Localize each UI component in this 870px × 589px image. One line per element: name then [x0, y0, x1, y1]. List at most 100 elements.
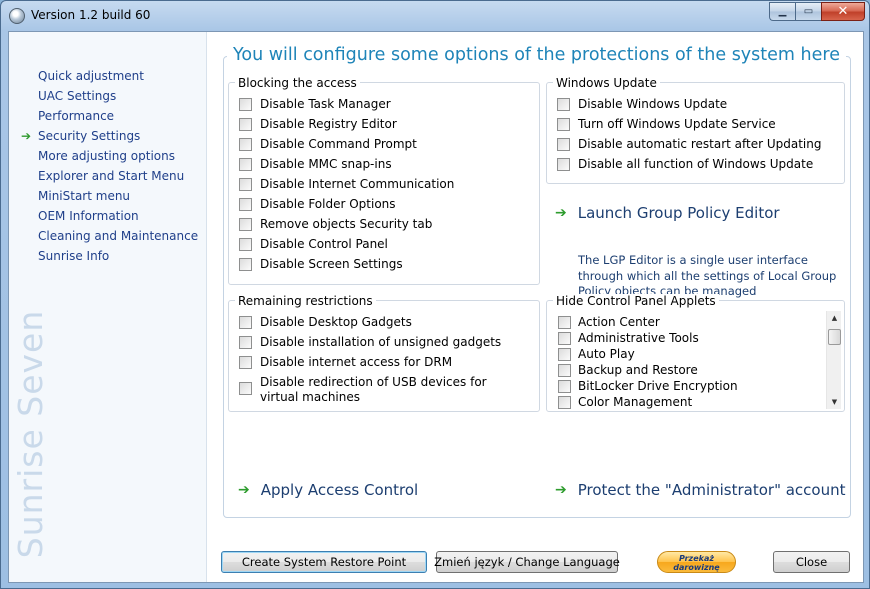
list-item-label: Action Center	[578, 315, 660, 329]
checkbox-box[interactable]	[557, 138, 570, 151]
close-window-button[interactable]: ✕	[821, 2, 865, 21]
applet-action-center[interactable]: Action Center	[558, 314, 660, 330]
applet-bitlocker[interactable]: BitLocker Drive Encryption	[558, 378, 738, 394]
checkbox-box[interactable]	[558, 331, 571, 345]
group-title: Blocking the access	[235, 76, 360, 90]
sidebar-item-explorer-start-menu[interactable]: Explorer and Start Menu	[9, 166, 207, 186]
maximize-button[interactable]: ▭	[795, 2, 821, 21]
disable-unsigned-gadgets-checkbox[interactable]: Disable installation of unsigned gadgets	[239, 334, 501, 354]
disable-mmc-snapins-checkbox[interactable]: Disable MMC snap-ins	[239, 156, 392, 176]
windows-update-group: Windows Update Disable Windows Update Tu…	[546, 76, 845, 184]
checkbox-box[interactable]	[239, 98, 252, 111]
turn-off-update-service-checkbox[interactable]: Turn off Windows Update Service	[557, 116, 776, 136]
change-language-button[interactable]: Zmień język / Change Language	[434, 551, 620, 573]
close-button[interactable]: Close	[773, 551, 850, 573]
scroll-down-icon[interactable]: ▼	[827, 395, 842, 409]
checkbox-label: Disable Windows Update	[578, 97, 728, 111]
checkbox-box[interactable]	[239, 258, 252, 271]
disable-desktop-gadgets-checkbox[interactable]: Disable Desktop Gadgets	[239, 314, 412, 334]
apply-access-control-link[interactable]: ➔ Apply Access Control	[238, 481, 418, 499]
disable-registry-editor-checkbox[interactable]: Disable Registry Editor	[239, 116, 397, 136]
checkbox-box[interactable]	[239, 178, 252, 191]
sidebar-item-performance[interactable]: Performance	[9, 106, 207, 126]
sidebar-item-quick-adjustment[interactable]: Quick adjustment	[9, 66, 207, 86]
sidebar-item-label: UAC Settings	[38, 89, 117, 103]
checkbox-box[interactable]	[239, 336, 252, 349]
checkbox-box[interactable]	[239, 118, 252, 131]
minimize-button[interactable]: ▁	[769, 2, 795, 21]
app-logo-icon	[9, 8, 25, 24]
checkbox-box[interactable]	[239, 238, 252, 251]
checkbox-box[interactable]	[239, 218, 252, 231]
group-title: Remaining restrictions	[235, 294, 376, 308]
disable-control-panel-checkbox[interactable]: Disable Control Panel	[239, 236, 388, 256]
sidebar-item-ministart-menu[interactable]: MiniStart menu	[9, 186, 207, 206]
sidebar-item-oem-information[interactable]: OEM Information	[9, 206, 207, 226]
disable-folder-options-checkbox[interactable]: Disable Folder Options	[239, 196, 396, 216]
disable-internet-communication-checkbox[interactable]: Disable Internet Communication	[239, 176, 454, 196]
group-title: Windows Update	[553, 76, 660, 90]
checkbox-label: Disable internet access for DRM	[260, 355, 453, 369]
checkbox-label: Disable MMC snap-ins	[260, 157, 392, 171]
applet-color-management[interactable]: Color Management	[558, 394, 692, 410]
minimize-icon: ▁	[778, 6, 787, 17]
active-arrow-icon: ➔	[21, 129, 32, 143]
checkbox-box[interactable]	[557, 98, 570, 111]
page-title: You will configure some options of the p…	[227, 45, 846, 65]
sidebar-item-more-adjusting[interactable]: More adjusting options	[9, 146, 207, 166]
applets-list[interactable]: Action Center Administrative Tools Auto …	[556, 314, 840, 410]
checkbox-box[interactable]	[239, 382, 252, 395]
checkbox-box[interactable]	[558, 315, 571, 329]
protect-administrator-label: Protect the "Administrator" account	[577, 481, 846, 499]
green-arrow-icon: ➔	[555, 482, 567, 498]
checkbox-box[interactable]	[239, 198, 252, 211]
button-label: Close	[795, 555, 828, 569]
sidebar-nav: Quick adjustment UAC Settings Performanc…	[9, 66, 207, 266]
checkbox-box[interactable]	[558, 395, 571, 409]
applet-administrative-tools[interactable]: Administrative Tools	[558, 330, 699, 346]
disable-auto-restart-checkbox[interactable]: Disable automatic restart after Updating	[557, 136, 821, 156]
checkbox-box[interactable]	[557, 118, 570, 131]
launch-gpedit-link[interactable]: ➔ Launch Group Policy Editor	[555, 204, 780, 222]
scroll-thumb[interactable]	[828, 329, 841, 345]
checkbox-box[interactable]	[558, 347, 571, 361]
remove-security-tab-checkbox[interactable]: Remove objects Security tab	[239, 216, 432, 236]
disable-windows-update-checkbox[interactable]: Disable Windows Update	[557, 96, 727, 116]
create-restore-point-button[interactable]: Create System Restore Point	[221, 551, 427, 573]
checkbox-label: Disable Task Manager	[260, 97, 391, 111]
checkbox-box[interactable]	[239, 316, 252, 329]
checkbox-box[interactable]	[558, 379, 571, 393]
scroll-up-icon[interactable]: ▲	[827, 311, 842, 325]
sidebar-item-security-settings[interactable]: ➔ Security Settings	[9, 126, 207, 146]
green-arrow-icon: ➔	[555, 205, 567, 221]
sidebar: Quick adjustment UAC Settings Performanc…	[9, 32, 207, 582]
applets-scrollbar[interactable]: ▲ ▼	[826, 311, 841, 409]
disable-usb-redirection-checkbox[interactable]: Disable redirection of USB devices for v…	[239, 375, 520, 407]
disable-all-update-functions-checkbox[interactable]: Disable all function of Windows Update	[557, 156, 813, 176]
sidebar-item-label: Quick adjustment	[38, 69, 144, 83]
sidebar-item-sunrise-info[interactable]: Sunrise Info	[9, 246, 207, 266]
brand-watermark: Sunrise Seven	[11, 309, 50, 559]
disable-drm-internet-checkbox[interactable]: Disable internet access for DRM	[239, 354, 452, 374]
checkbox-label: Disable Command Prompt	[260, 137, 417, 151]
sidebar-item-cleaning-maintenance[interactable]: Cleaning and Maintenance	[9, 226, 207, 246]
donate-label-line1: Przekaż	[678, 554, 715, 563]
checkbox-box[interactable]	[239, 356, 252, 369]
list-item-label: Administrative Tools	[578, 331, 699, 345]
sidebar-item-uac-settings[interactable]: UAC Settings	[9, 86, 207, 106]
disable-command-prompt-checkbox[interactable]: Disable Command Prompt	[239, 136, 417, 156]
title-bar[interactable]: Version 1.2 build 60 ▁ ▭ ✕	[1, 1, 870, 31]
sidebar-item-label: MiniStart menu	[38, 189, 131, 203]
disable-screen-settings-checkbox[interactable]: Disable Screen Settings	[239, 256, 403, 276]
donate-button[interactable]: Przekaż darowiznę	[657, 551, 736, 573]
protect-administrator-link[interactable]: ➔ Protect the "Administrator" account	[555, 481, 846, 499]
applet-auto-play[interactable]: Auto Play	[558, 346, 635, 362]
checkbox-label: Disable Internet Communication	[260, 177, 455, 191]
disable-task-manager-checkbox[interactable]: Disable Task Manager	[239, 96, 391, 116]
applet-backup-restore[interactable]: Backup and Restore	[558, 362, 698, 378]
checkbox-label: Remove objects Security tab	[260, 217, 433, 231]
checkbox-box[interactable]	[557, 158, 570, 171]
checkbox-box[interactable]	[239, 138, 252, 151]
checkbox-box[interactable]	[239, 158, 252, 171]
checkbox-box[interactable]	[558, 363, 571, 377]
